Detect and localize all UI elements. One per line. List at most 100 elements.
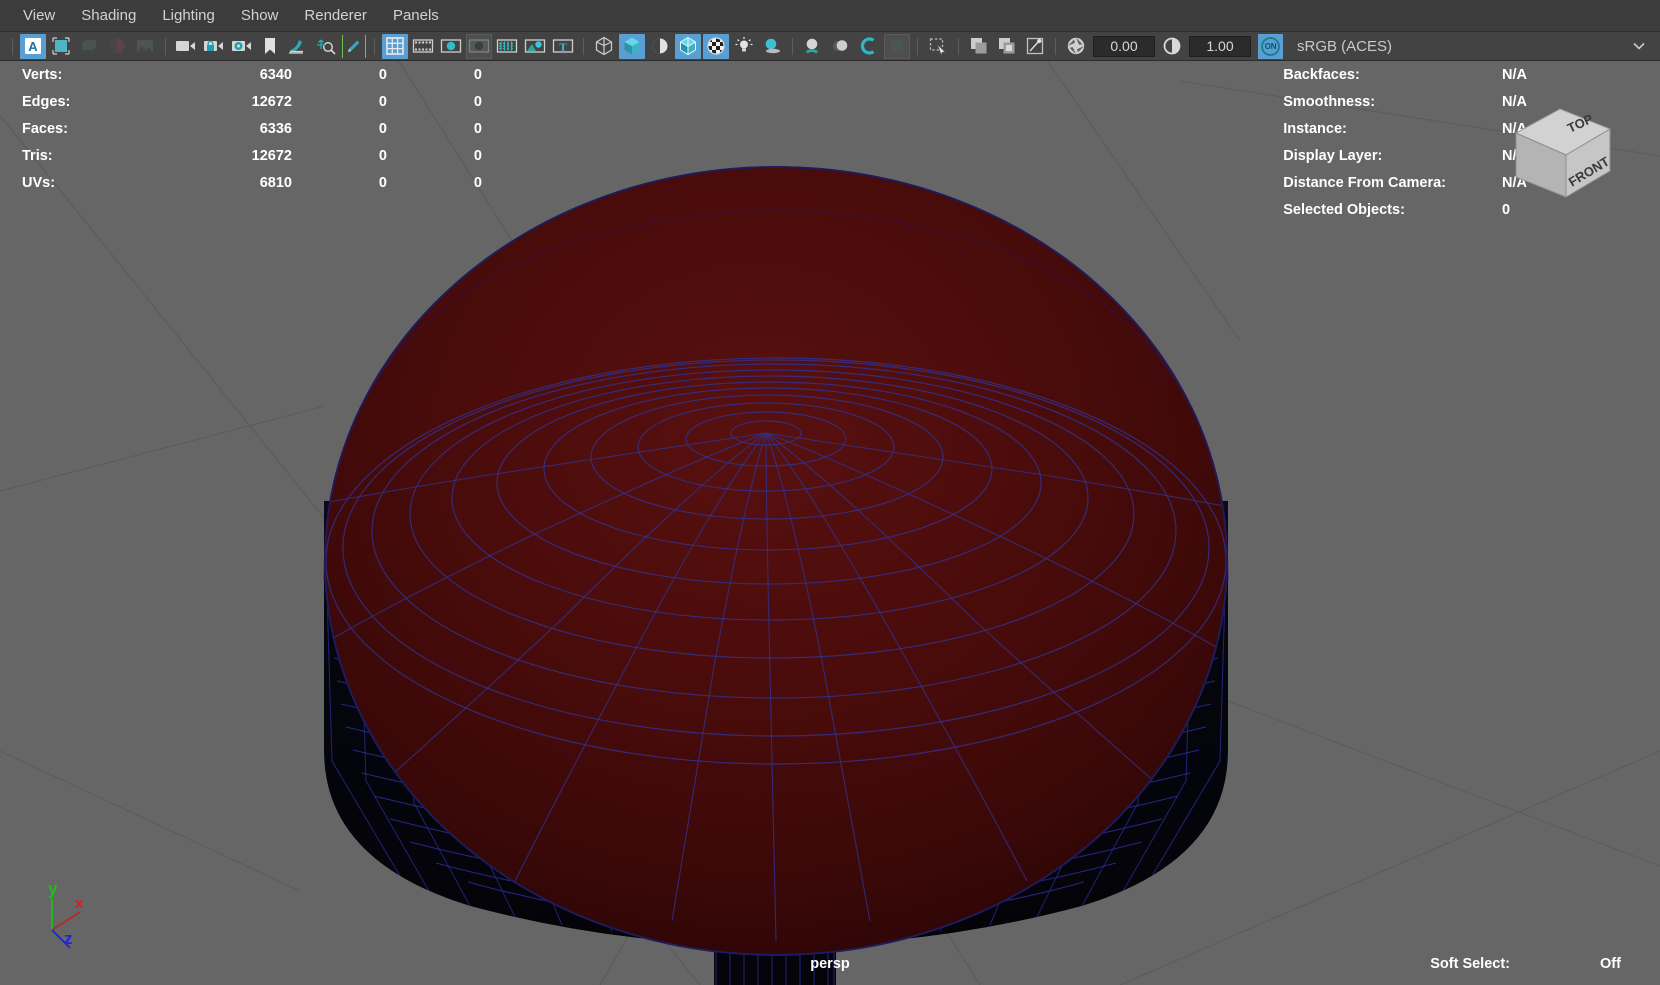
stat-label: Verts: xyxy=(22,66,63,83)
toolbar-separator xyxy=(583,37,584,55)
stat-col3: 0 xyxy=(473,93,482,110)
shadows-icon[interactable] xyxy=(104,34,130,59)
stat-label: Edges: xyxy=(22,93,71,110)
x-axis-line xyxy=(51,911,81,931)
multisample-icon[interactable] xyxy=(856,34,882,59)
toolbar-separator xyxy=(958,37,959,55)
stat-label: UVs: xyxy=(22,174,56,191)
soft-select-label: Soft Select: xyxy=(1430,956,1510,972)
xray-icon[interactable] xyxy=(966,34,992,59)
stats-row: Tris: 12672 0 0 xyxy=(22,142,482,169)
stat-label: Faces: xyxy=(22,120,68,137)
wireframe-on-shaded-icon[interactable] xyxy=(675,33,701,59)
3d-viewport[interactable]: Verts: 6340 0 0 Edges: 12672 0 0 Faces: … xyxy=(0,61,1660,985)
menu-bar: View Shading Lighting Show Renderer Pane… xyxy=(0,0,1660,32)
stat-total: 6336 xyxy=(259,120,292,137)
gamma-icon[interactable] xyxy=(1159,34,1185,59)
reset-view-icon[interactable] xyxy=(313,34,339,59)
heads-up-display-poly-count: Verts: 6340 0 0 Edges: 12672 0 0 Faces: … xyxy=(22,61,482,196)
stats-row: UVs: 6810 0 0 xyxy=(22,169,482,196)
view-cube[interactable]: TOP FRONT xyxy=(1498,99,1618,210)
stat-col2: 0 xyxy=(378,120,387,137)
depth-of-field-icon[interactable] xyxy=(884,33,910,59)
stat-col3: 0 xyxy=(473,147,482,164)
detail-label: Distance From Camera: xyxy=(1283,174,1446,191)
menu-item-view[interactable]: View xyxy=(10,4,68,28)
menu-item-lighting[interactable]: Lighting xyxy=(149,4,228,28)
stat-col3: 0 xyxy=(473,120,482,137)
safe-title-icon[interactable]: T xyxy=(550,34,576,59)
xray-joints-icon[interactable] xyxy=(994,34,1020,59)
screen-space-ao-icon[interactable] xyxy=(800,34,826,59)
camera-icon[interactable] xyxy=(173,34,199,59)
stat-total: 12672 xyxy=(251,147,292,164)
gate-mask-icon[interactable] xyxy=(466,33,492,59)
color-management-toggle[interactable]: ON xyxy=(1258,33,1283,59)
y-axis-label: y xyxy=(48,879,58,898)
camera-settings-icon[interactable] xyxy=(229,34,255,59)
detail-row: Backfaces: N/A xyxy=(1283,61,1552,88)
stats-row: Faces: 6336 0 0 xyxy=(22,115,482,142)
toolbar-separator xyxy=(917,37,918,55)
use-all-lights-icon[interactable] xyxy=(731,34,757,59)
film-gate-icon[interactable] xyxy=(410,34,436,59)
xray-active-components-icon[interactable] xyxy=(1022,34,1048,59)
shade-backface-icon[interactable] xyxy=(647,34,673,59)
grid-display-icon[interactable] xyxy=(382,33,408,59)
axis-orientation-gizmo: y x z xyxy=(22,872,112,957)
colorspace-value: sRGB (ACES) xyxy=(1297,37,1393,55)
shadows-toggle-icon[interactable] xyxy=(759,34,785,59)
select-camera-attributes-icon[interactable]: A xyxy=(20,33,46,59)
two-d-pan-zoom-icon[interactable] xyxy=(285,34,311,59)
toolbar-separator xyxy=(792,37,793,55)
color-management-toggle-label: ON xyxy=(1261,36,1280,56)
field-chart-icon[interactable] xyxy=(494,34,520,59)
stat-col2: 0 xyxy=(378,66,387,83)
smooth-shade-icon[interactable] xyxy=(619,33,645,59)
menu-item-renderer[interactable]: Renderer xyxy=(291,4,380,28)
menu-item-panels[interactable]: Panels xyxy=(380,4,452,28)
detail-label: Instance: xyxy=(1283,120,1347,137)
resolution-gate-icon[interactable] xyxy=(438,34,464,59)
x-axis-label: x xyxy=(75,895,84,912)
stat-total: 6340 xyxy=(259,66,292,83)
stat-col3: 0 xyxy=(473,66,482,83)
bookmark-icon[interactable] xyxy=(257,34,283,59)
motion-blur-icon[interactable] xyxy=(828,34,854,59)
paint-icon[interactable] xyxy=(341,34,367,59)
image-plane-icon[interactable] xyxy=(132,34,158,59)
viewport-toolbar: A T 0.00 1.00 ON sRGB (ACES) xyxy=(0,32,1660,61)
stat-label: Tris: xyxy=(22,147,53,164)
stat-total: 6810 xyxy=(259,174,292,191)
stat-col3: 0 xyxy=(473,174,482,191)
svg-text:A: A xyxy=(28,39,38,54)
stat-col2: 0 xyxy=(378,147,387,164)
detail-value: N/A xyxy=(1502,66,1527,83)
detail-label: Backfaces: xyxy=(1283,66,1360,83)
frame-selection-icon[interactable] xyxy=(48,34,74,59)
stat-total: 12672 xyxy=(251,93,292,110)
texture-icon[interactable] xyxy=(703,33,729,59)
exposure-icon[interactable] xyxy=(1063,34,1089,59)
menu-item-show[interactable]: Show xyxy=(228,4,292,28)
two-sided-lighting-icon[interactable] xyxy=(76,34,102,59)
toolbar-separator xyxy=(12,37,13,55)
detail-label: Display Layer: xyxy=(1283,147,1383,164)
detail-label: Selected Objects: xyxy=(1283,201,1405,218)
exposure-value-field[interactable]: 0.00 xyxy=(1093,35,1155,57)
stats-row: Verts: 6340 0 0 xyxy=(22,61,482,88)
isolate-select-icon[interactable] xyxy=(925,34,951,59)
stat-col2: 0 xyxy=(378,174,387,191)
soft-select-status: Soft Select: Off xyxy=(1430,956,1660,972)
safe-action-icon[interactable] xyxy=(522,34,548,59)
gamma-value-field[interactable]: 1.00 xyxy=(1189,35,1251,57)
stat-col2: 0 xyxy=(378,93,387,110)
menu-item-shading[interactable]: Shading xyxy=(68,4,149,28)
svg-text:T: T xyxy=(559,42,567,54)
lock-camera-icon[interactable] xyxy=(201,34,227,59)
chevron-down-icon[interactable] xyxy=(1626,34,1652,59)
wireframe-icon[interactable] xyxy=(591,34,617,59)
toolbar-separator xyxy=(165,37,166,55)
colorspace-dropdown[interactable]: sRGB (ACES) xyxy=(1287,33,1626,59)
stats-row: Edges: 12672 0 0 xyxy=(22,88,482,115)
